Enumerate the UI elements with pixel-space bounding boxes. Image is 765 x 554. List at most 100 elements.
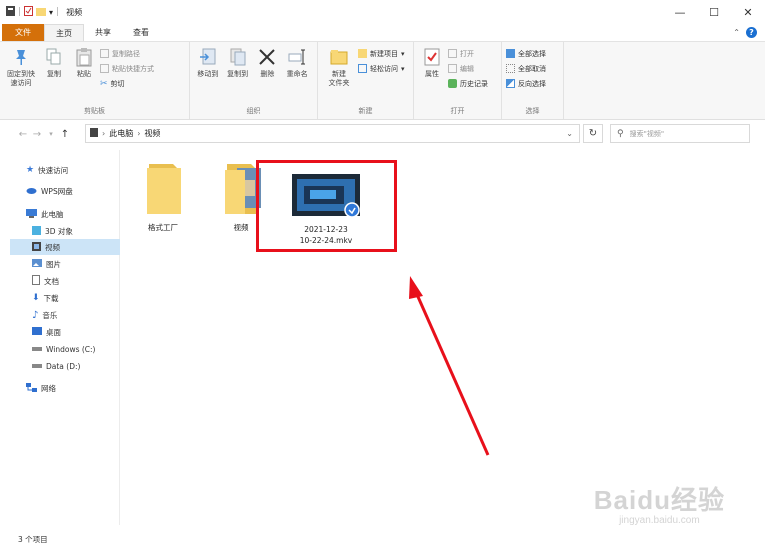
nav-drive-d[interactable]: Data (D:) <box>32 358 80 374</box>
move-to-icon <box>197 46 219 68</box>
open-icon <box>448 49 457 58</box>
nav-network[interactable]: 网络 <box>26 380 56 396</box>
scissors-icon: ✂ <box>100 78 108 89</box>
delete-x-icon <box>256 46 278 68</box>
copy-button[interactable]: 复制 <box>40 46 68 79</box>
forward-arrow-icon[interactable]: → <box>30 129 44 140</box>
paste-shortcut-icon <box>100 64 109 73</box>
ribbon: 固定到快 速访问 复制 粘贴 复制路径 粘贴快捷方式 ✂ 剪切 剪贴板 移动到 … <box>0 42 765 120</box>
customize-dropdown-icon[interactable]: ▾ <box>49 8 53 17</box>
chevron-right-icon: › <box>137 129 141 138</box>
paste-shortcut-button[interactable]: 粘贴快捷方式 <box>100 63 154 74</box>
easy-access-icon <box>358 64 367 73</box>
nav-3d-objects[interactable]: 3D 对象 <box>32 223 73 239</box>
up-arrow-icon[interactable]: ↑ <box>58 129 72 140</box>
new-folder-quick-icon[interactable] <box>36 7 47 18</box>
group-label-new: 新建 <box>358 107 373 115</box>
ribbon-tabs: 文件 主页 共享 查看 ⌃ ? <box>0 24 765 42</box>
group-label-open: 打开 <box>450 107 465 115</box>
new-item-icon <box>358 49 367 58</box>
paste-icon <box>73 46 95 68</box>
pin-quick-access-button[interactable]: 固定到快 速访问 <box>4 46 38 88</box>
refresh-button[interactable]: ↻ <box>583 124 603 143</box>
select-all-icon <box>506 49 515 58</box>
copy-path-button[interactable]: 复制路径 <box>100 48 154 59</box>
history-button[interactable]: 历史记录 <box>448 78 488 89</box>
nav-music[interactable]: ♪ 音乐 <box>32 307 57 323</box>
properties-button[interactable]: 属性 <box>418 46 446 79</box>
file-list-area: 格式工厂 视频 2021-12-23 10-22-24.mkv <box>121 150 765 525</box>
computer-icon <box>26 208 37 220</box>
open-button[interactable]: 打开 <box>448 48 488 59</box>
address-bar[interactable]: › 此电脑 › 视频 ⌄ <box>85 124 580 143</box>
history-icon <box>448 79 457 88</box>
select-all-button[interactable]: 全部选择 <box>506 48 546 59</box>
paste-button[interactable]: 粘贴 <box>70 46 98 79</box>
document-icon <box>32 275 40 287</box>
easy-access-button[interactable]: 轻松访问 ▾ <box>358 63 405 74</box>
cut-button[interactable]: ✂ 剪切 <box>100 78 154 89</box>
network-icon <box>26 382 37 394</box>
edit-icon <box>448 64 457 73</box>
edit-button[interactable]: 编辑 <box>448 63 488 74</box>
close-button[interactable]: ✕ <box>731 0 765 24</box>
select-group: 全部选择 全部取消 反向选择 选择 <box>502 42 564 119</box>
nav-pictures[interactable]: 图片 <box>32 256 61 272</box>
properties-quick-icon[interactable] <box>24 6 34 18</box>
back-arrow-icon[interactable]: ← <box>16 129 30 140</box>
rename-button[interactable]: 重命名 <box>283 46 311 79</box>
copy-path-icon <box>100 49 109 58</box>
breadcrumb-this-pc[interactable]: 此电脑 <box>109 128 133 139</box>
window-title: 视频 <box>66 7 83 17</box>
copy-to-icon <box>227 46 249 68</box>
recent-dropdown-icon[interactable]: ▾ <box>44 130 58 138</box>
tab-file[interactable]: 文件 <box>2 24 44 41</box>
explorer-icon[interactable] <box>6 6 15 18</box>
new-folder-button[interactable]: 新建 文件夹 <box>322 46 356 88</box>
title-bar: | ▾ | 视频 — ☐ ✕ <box>0 0 765 24</box>
select-none-button[interactable]: 全部取消 <box>506 63 546 74</box>
desktop-icon <box>32 327 42 337</box>
minimize-button[interactable]: — <box>663 0 697 24</box>
nav-wps-cloud[interactable]: WPS网盘 <box>26 183 73 199</box>
nav-desktop[interactable]: 桌面 <box>32 324 61 340</box>
nav-this-pc[interactable]: 此电脑 <box>26 206 64 222</box>
clipboard-group: 固定到快 速访问 复制 粘贴 复制路径 粘贴快捷方式 ✂ 剪切 剪贴板 <box>0 42 190 119</box>
expand-ribbon-icon[interactable]: ⌃ <box>733 28 740 37</box>
invert-selection-button[interactable]: 反向选择 <box>506 78 546 89</box>
nav-documents[interactable]: 文档 <box>32 273 59 289</box>
chevron-right-icon: › <box>102 129 106 138</box>
search-icon: ⚲ <box>617 128 624 139</box>
tab-view[interactable]: 查看 <box>122 24 160 41</box>
address-row: ← → ▾ ↑ › 此电脑 › 视频 ⌄ ↻ ⚲ 搜索"视频" <box>0 120 765 148</box>
cloud-icon <box>26 187 37 196</box>
nav-quick-access[interactable]: ★ 快速访问 <box>26 162 68 178</box>
nav-drive-c[interactable]: Windows (C:) <box>32 341 95 357</box>
address-dropdown-icon[interactable]: ⌄ <box>566 129 573 138</box>
tab-share[interactable]: 共享 <box>84 24 122 41</box>
divider: | <box>56 7 60 17</box>
window-controls: — ☐ ✕ <box>663 0 765 24</box>
delete-button[interactable]: 删除 <box>254 46 282 79</box>
move-to-button[interactable]: 移动到 <box>194 46 222 79</box>
new-item-button[interactable]: 新建项目 ▾ <box>358 48 405 59</box>
group-label-organize: 组织 <box>246 107 261 115</box>
watermark-brand: Baidu经验 <box>593 485 725 515</box>
copy-to-button[interactable]: 复制到 <box>224 46 252 79</box>
star-icon: ★ <box>26 165 35 175</box>
picture-icon <box>32 259 42 269</box>
dropdown-arrow-icon: ▾ <box>401 64 405 73</box>
help-icon[interactable]: ? <box>746 27 757 38</box>
navigation-pane: ★ 快速访问 WPS网盘 此电脑 3D 对象 视频 图片 文档 ⬇ 下载 ♪ 音… <box>0 150 120 525</box>
new-folder-icon <box>328 46 350 68</box>
rename-icon <box>286 46 308 68</box>
maximize-button[interactable]: ☐ <box>697 0 731 24</box>
nav-downloads[interactable]: ⬇ 下载 <box>32 290 59 306</box>
nav-videos[interactable]: 视频 <box>10 239 120 255</box>
copy-icon <box>43 46 65 68</box>
annotation-arrow <box>409 276 490 456</box>
invert-selection-icon <box>506 79 515 88</box>
tab-home[interactable]: 主页 <box>44 24 84 41</box>
breadcrumb-videos[interactable]: 视频 <box>144 128 160 139</box>
search-input[interactable]: ⚲ 搜索"视频" <box>610 124 750 143</box>
